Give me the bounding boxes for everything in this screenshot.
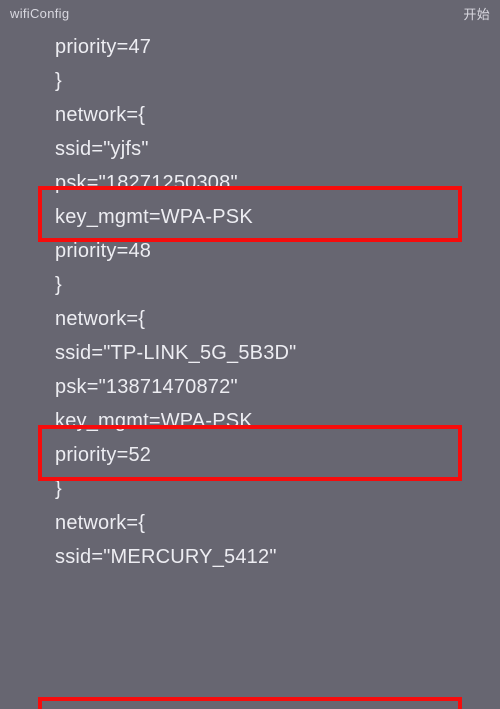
app-title: wifiConfig [10,6,69,21]
code-line: ssid="yjfs" [55,132,490,166]
code-line: } [55,472,490,506]
code-line: key_mgmt=WPA-PSK [55,404,490,438]
code-line: } [55,64,490,98]
code-line: network={ [55,506,490,540]
config-text-block: priority=47 } network={ ssid="yjfs" psk=… [55,30,490,574]
code-line: } [55,268,490,302]
code-line: ssid="MERCURY_5412" [55,540,490,574]
code-line: ssid="TP-LINK_5G_5B3D" [55,336,490,370]
screen: wifiConfig 开始 priority=47 } network={ ss… [0,0,500,709]
code-line: priority=47 [55,30,490,64]
start-button[interactable]: 开始 [463,4,490,23]
code-line: priority=48 [55,234,490,268]
code-line: psk="18271250308" [55,166,490,200]
code-line: psk="13871470872" [55,370,490,404]
code-line: network={ [55,98,490,132]
title-bar: wifiConfig 开始 [0,0,500,26]
code-line: network={ [55,302,490,336]
highlight-box [38,697,462,709]
code-line: key_mgmt=WPA-PSK [55,200,490,234]
code-line: priority=52 [55,438,490,472]
